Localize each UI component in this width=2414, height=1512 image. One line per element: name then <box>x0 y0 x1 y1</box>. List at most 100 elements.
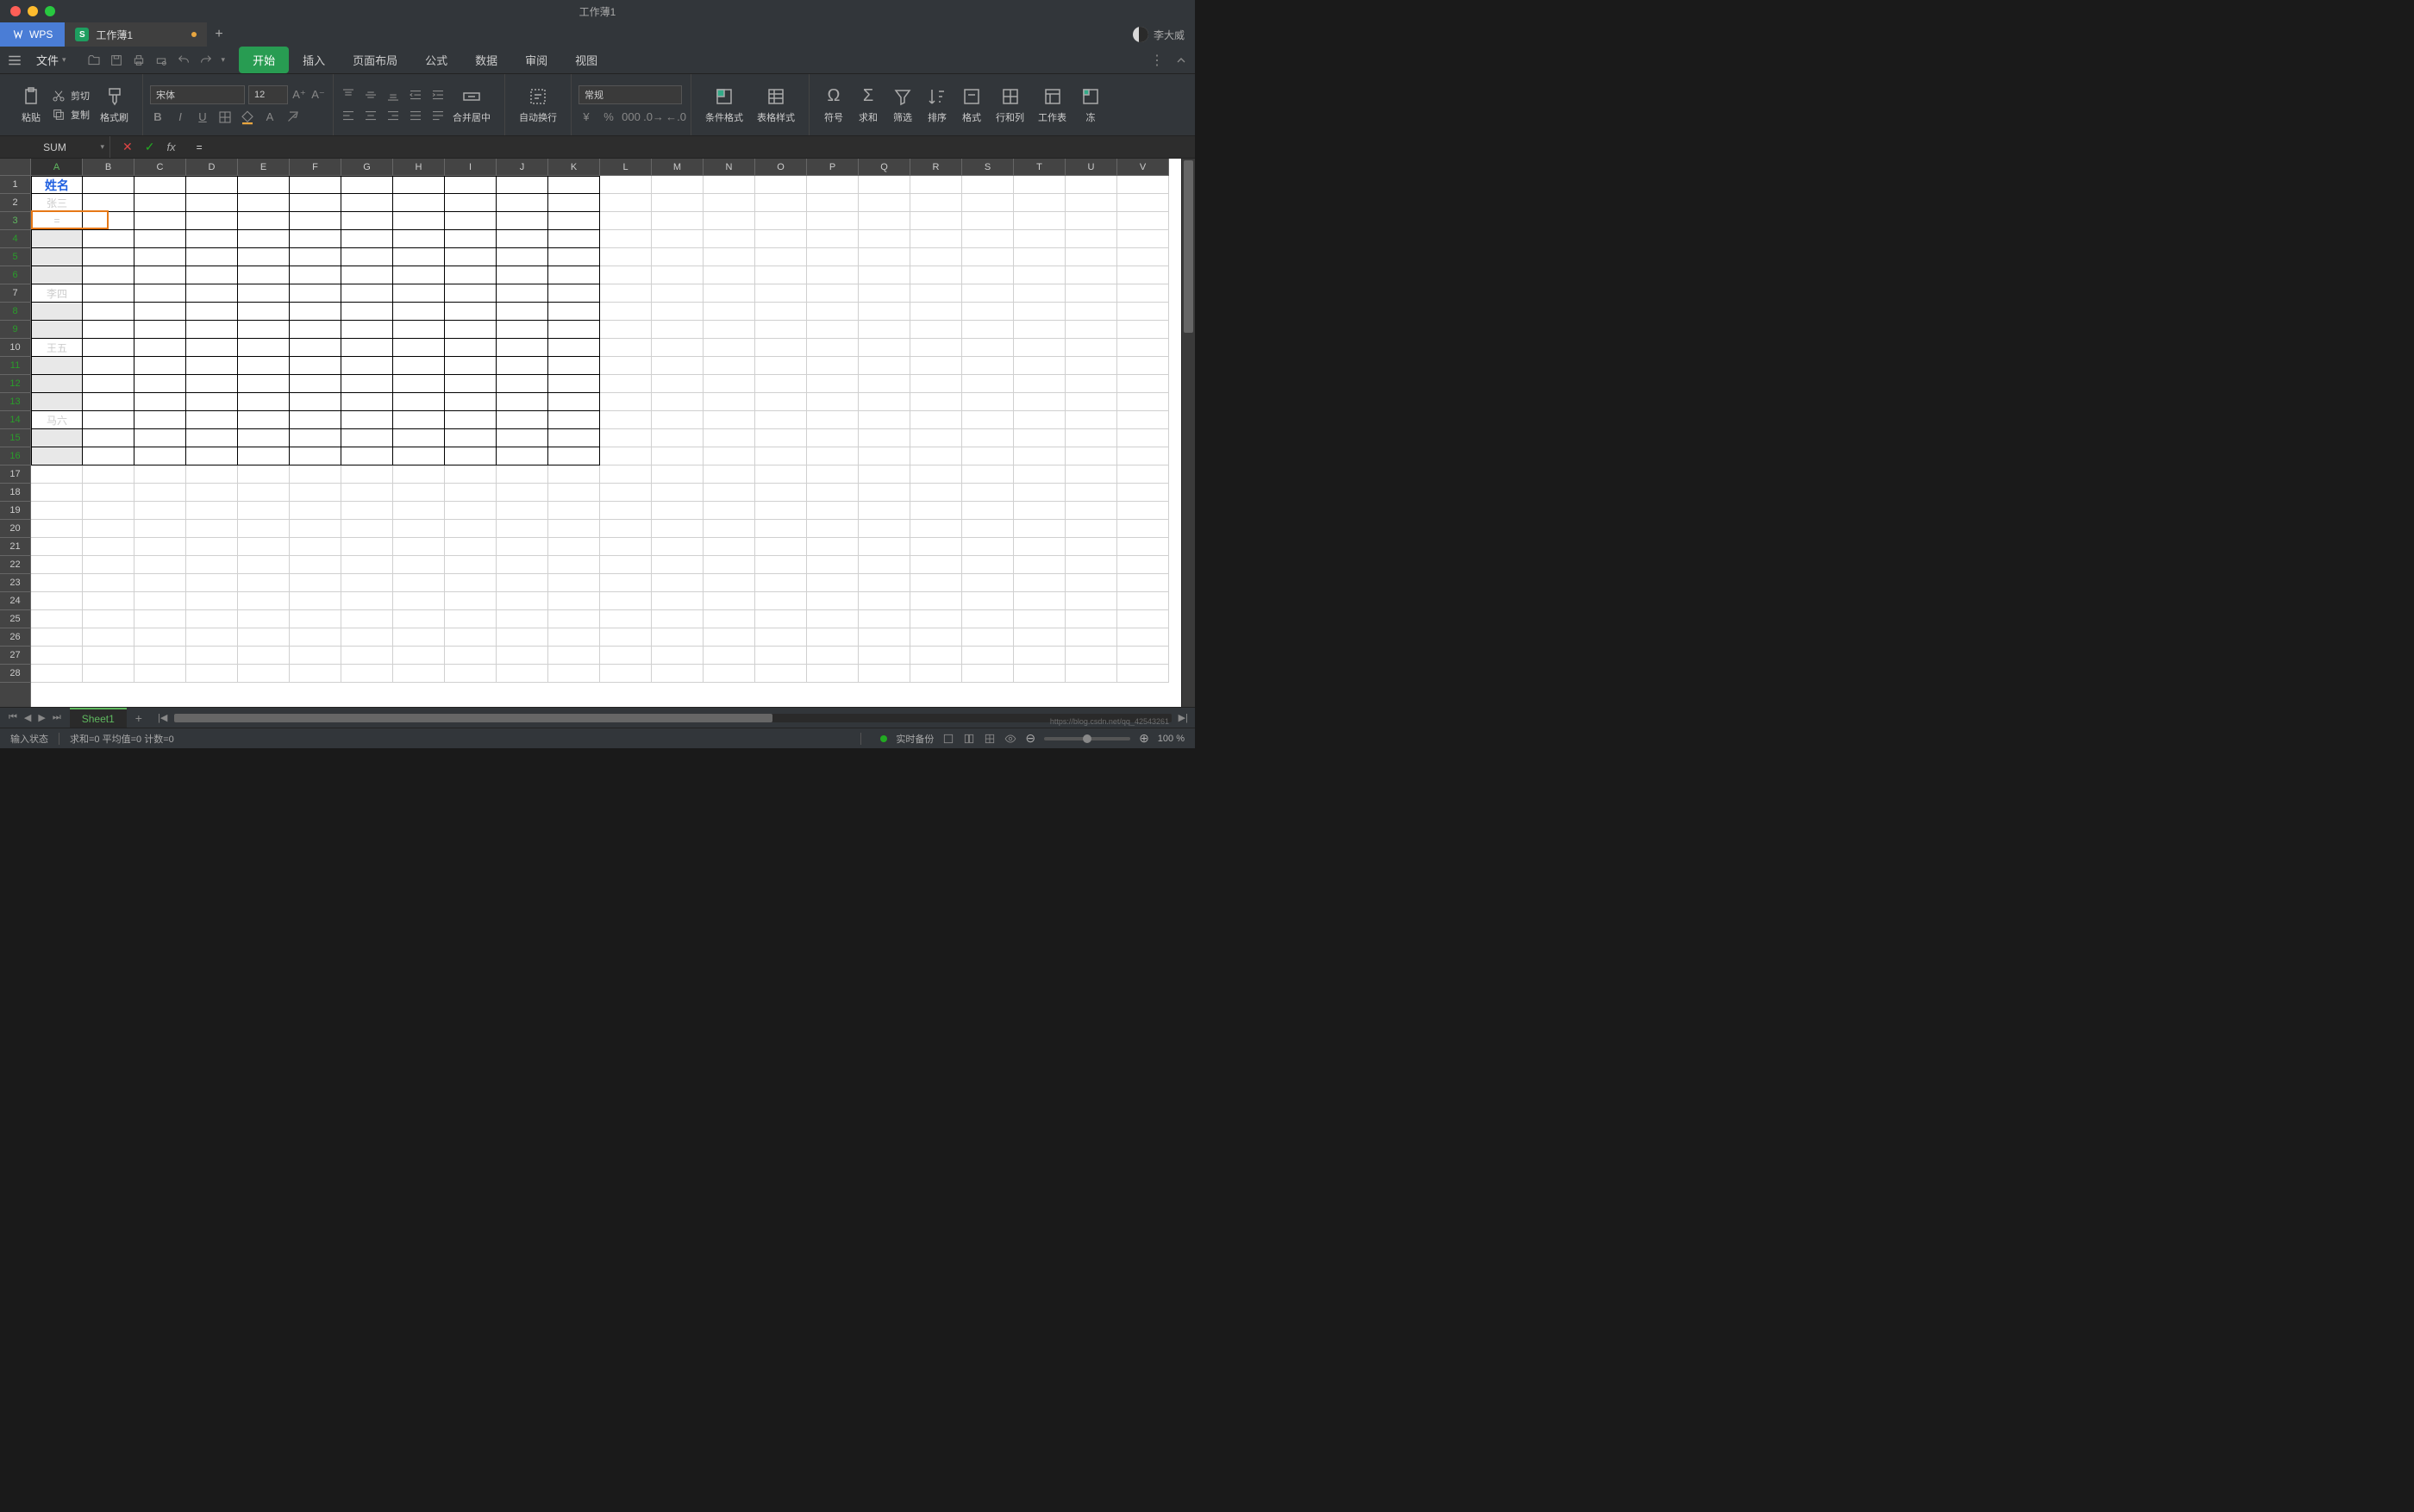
cell[interactable] <box>859 393 910 411</box>
cell[interactable] <box>600 212 652 230</box>
cell[interactable] <box>31 574 83 592</box>
cell[interactable] <box>497 429 548 447</box>
print-icon[interactable] <box>132 53 146 67</box>
cell[interactable] <box>83 592 134 610</box>
cell[interactable] <box>497 194 548 212</box>
cell[interactable] <box>652 628 704 647</box>
cell[interactable] <box>652 176 704 194</box>
cell[interactable] <box>962 429 1014 447</box>
cell[interactable] <box>807 647 859 665</box>
cell[interactable] <box>1066 502 1117 520</box>
cell[interactable] <box>31 465 83 484</box>
cell[interactable] <box>393 230 445 248</box>
column-header[interactable]: G <box>341 159 393 175</box>
cell[interactable] <box>755 339 807 357</box>
cell[interactable] <box>497 375 548 393</box>
cell[interactable] <box>1066 538 1117 556</box>
cell[interactable] <box>548 321 600 339</box>
cell[interactable] <box>548 574 600 592</box>
cell[interactable] <box>290 665 341 683</box>
cell[interactable] <box>341 429 393 447</box>
row-header[interactable]: 1 <box>0 176 30 194</box>
cell[interactable] <box>134 465 186 484</box>
cell[interactable] <box>31 538 83 556</box>
view-normal-icon[interactable] <box>942 733 954 745</box>
cell[interactable] <box>910 538 962 556</box>
cell[interactable] <box>755 447 807 465</box>
cell[interactable] <box>704 266 755 284</box>
cell[interactable] <box>704 520 755 538</box>
fx-icon[interactable]: fx <box>166 141 175 153</box>
cell[interactable] <box>1066 212 1117 230</box>
cell[interactable] <box>600 248 652 266</box>
cell[interactable] <box>290 230 341 248</box>
cell[interactable] <box>600 502 652 520</box>
cell[interactable] <box>704 502 755 520</box>
cell[interactable] <box>393 465 445 484</box>
cell[interactable] <box>910 465 962 484</box>
cell[interactable] <box>393 248 445 266</box>
cell[interactable] <box>341 647 393 665</box>
cell[interactable] <box>704 647 755 665</box>
cell[interactable] <box>548 520 600 538</box>
cell[interactable] <box>445 339 497 357</box>
cell[interactable] <box>1014 411 1066 429</box>
cell[interactable] <box>600 194 652 212</box>
cell[interactable] <box>807 484 859 502</box>
merge-center-button[interactable]: 合并居中 <box>446 74 497 135</box>
cell[interactable] <box>341 212 393 230</box>
cell[interactable] <box>186 592 238 610</box>
cell[interactable] <box>548 411 600 429</box>
cell[interactable] <box>548 194 600 212</box>
cell[interactable] <box>83 339 134 357</box>
cell[interactable] <box>962 665 1014 683</box>
cell[interactable] <box>445 574 497 592</box>
cell[interactable] <box>755 538 807 556</box>
cell[interactable] <box>1014 248 1066 266</box>
cell[interactable] <box>238 465 290 484</box>
cell[interactable] <box>1117 393 1169 411</box>
ribbon-tab-5[interactable]: 审阅 <box>511 47 561 73</box>
cell[interactable] <box>238 592 290 610</box>
cell[interactable] <box>393 447 445 465</box>
cell[interactable] <box>393 339 445 357</box>
cell[interactable] <box>341 610 393 628</box>
cell[interactable] <box>548 502 600 520</box>
cell[interactable] <box>755 194 807 212</box>
cell[interactable] <box>704 230 755 248</box>
cell[interactable] <box>1117 647 1169 665</box>
column-header[interactable]: J <box>497 159 548 175</box>
row-header[interactable]: 18 <box>0 484 30 502</box>
cell[interactable] <box>962 375 1014 393</box>
cell[interactable] <box>445 447 497 465</box>
clear-format-icon[interactable] <box>285 109 300 125</box>
cell[interactable] <box>341 284 393 303</box>
cell[interactable] <box>807 248 859 266</box>
cell[interactable] <box>186 447 238 465</box>
cell[interactable] <box>83 357 134 375</box>
cell[interactable] <box>652 556 704 574</box>
cell[interactable] <box>962 357 1014 375</box>
cell[interactable] <box>910 176 962 194</box>
cell[interactable] <box>83 429 134 447</box>
cell[interactable] <box>755 212 807 230</box>
cell[interactable] <box>238 375 290 393</box>
cell[interactable] <box>1117 484 1169 502</box>
cell[interactable] <box>548 176 600 194</box>
cell[interactable] <box>1117 176 1169 194</box>
cell[interactable] <box>134 574 186 592</box>
cell[interactable] <box>393 647 445 665</box>
cell[interactable] <box>134 429 186 447</box>
cell[interactable] <box>238 429 290 447</box>
increase-decimal-icon[interactable]: .0→ <box>646 109 661 125</box>
row-header[interactable]: 14 <box>0 411 30 429</box>
cell[interactable] <box>704 321 755 339</box>
row-header[interactable]: 23 <box>0 574 30 592</box>
cell[interactable] <box>807 266 859 284</box>
cancel-formula-icon[interactable]: ✕ <box>122 140 133 154</box>
cell[interactable] <box>497 665 548 683</box>
cell[interactable] <box>1117 556 1169 574</box>
cell[interactable] <box>910 303 962 321</box>
bold-button[interactable]: B <box>150 109 166 125</box>
cell[interactable] <box>859 303 910 321</box>
